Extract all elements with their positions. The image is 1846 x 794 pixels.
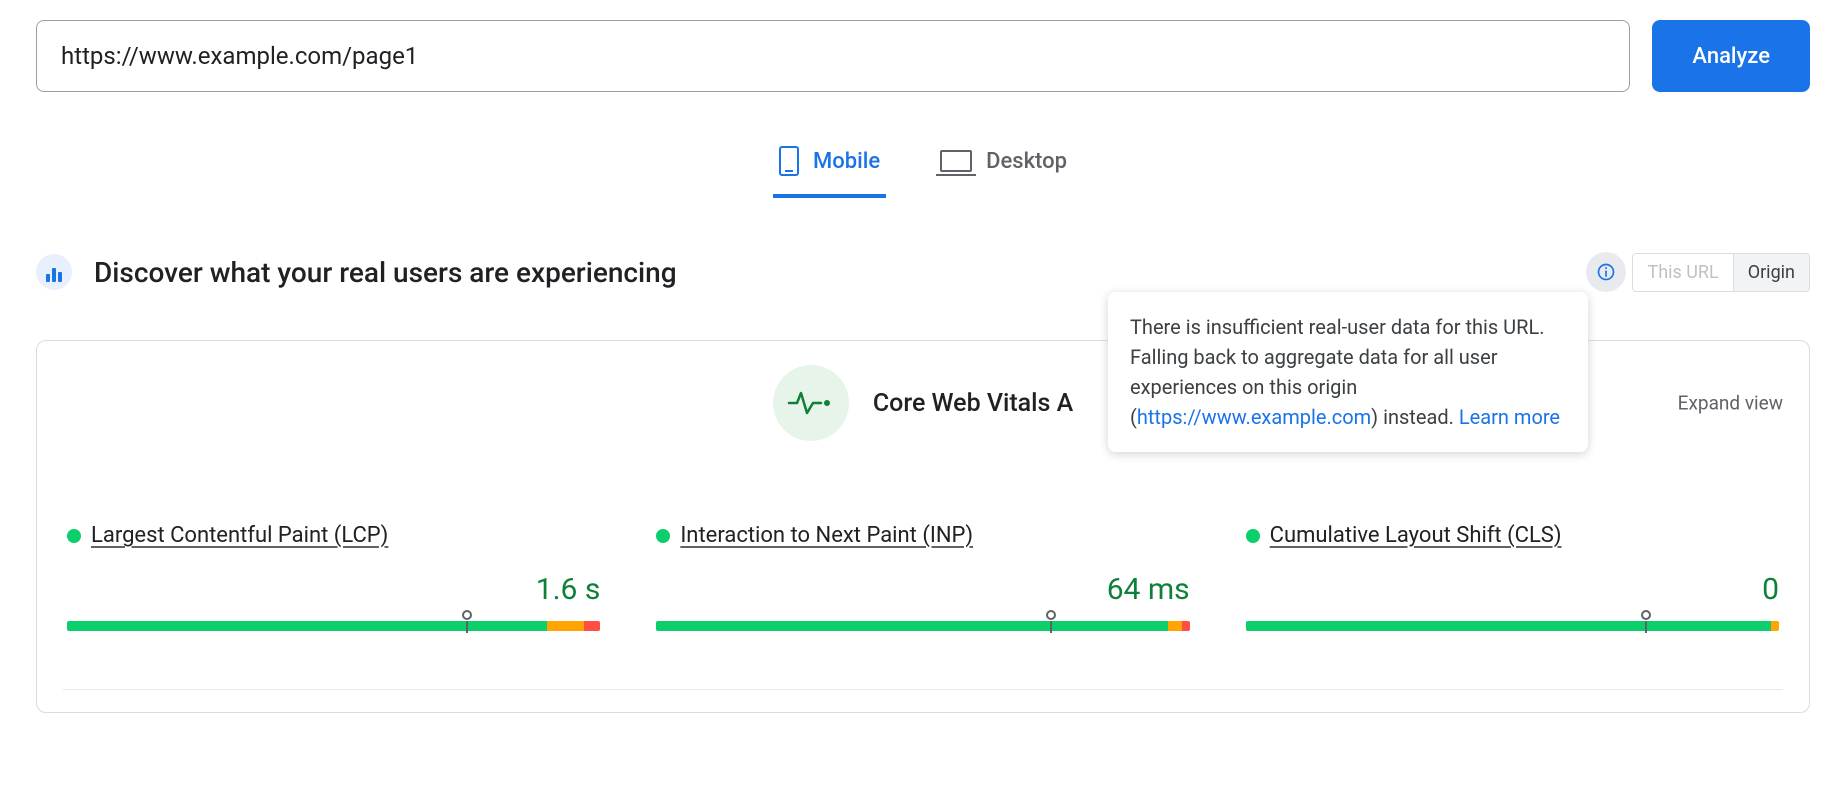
tab-mobile-label: Mobile [813,149,880,174]
mobile-icon [779,146,799,176]
metric-lcp-name[interactable]: Largest Contentful Paint (LCP) [91,523,388,548]
analyze-button[interactable]: Analyze [1652,20,1810,92]
status-dot-good [1246,529,1260,543]
metric-lcp-marker [462,610,472,620]
scope-this-url-button: This URL [1633,254,1732,291]
cwv-title: Core Web Vitals A [873,389,1073,418]
metric-cls: Cumulative Layout Shift (CLS) 0 [1246,523,1779,631]
divider [63,689,1783,690]
tooltip-learn-more-link[interactable]: Learn more [1459,405,1560,429]
metric-cls-value: 0 [1246,572,1779,607]
metric-inp-bar [656,621,1189,631]
metric-lcp-value: 1.6 s [67,572,600,607]
metric-inp-name[interactable]: Interaction to Next Paint (INP) [680,523,973,548]
info-icon [1596,262,1616,282]
device-tabs: Mobile Desktop [36,138,1810,198]
desktop-icon [940,150,972,172]
tooltip-origin-link[interactable]: https://www.example.com [1137,405,1371,429]
bar-chart-icon [36,254,72,290]
metric-cls-bar [1246,621,1779,631]
url-input[interactable] [36,20,1630,92]
metric-lcp: Largest Contentful Paint (LCP) 1.6 s [67,523,600,631]
expand-view-link[interactable]: Expand view [1678,392,1783,415]
metric-lcp-bar [67,621,600,631]
metric-inp: Interaction to Next Paint (INP) 64 ms [656,523,1189,631]
tooltip-text-after: ) instead. [1371,405,1459,429]
metric-inp-value: 64 ms [656,572,1189,607]
scope-origin-button[interactable]: Origin [1733,254,1809,291]
metric-cls-marker [1641,610,1651,620]
metric-cls-name[interactable]: Cumulative Layout Shift (CLS) [1270,523,1562,548]
tab-desktop[interactable]: Desktop [934,138,1073,198]
info-icon-button[interactable] [1586,252,1626,292]
tab-desktop-label: Desktop [986,149,1067,174]
tab-mobile[interactable]: Mobile [773,138,886,198]
scope-toggle: This URL Origin [1632,253,1810,292]
pulse-icon [773,365,849,441]
status-dot-good [656,529,670,543]
info-tooltip: There is insufficient real-user data for… [1108,292,1588,452]
status-dot-good [67,529,81,543]
metric-inp-marker [1046,610,1056,620]
discover-heading: Discover what your real users are experi… [94,256,677,289]
